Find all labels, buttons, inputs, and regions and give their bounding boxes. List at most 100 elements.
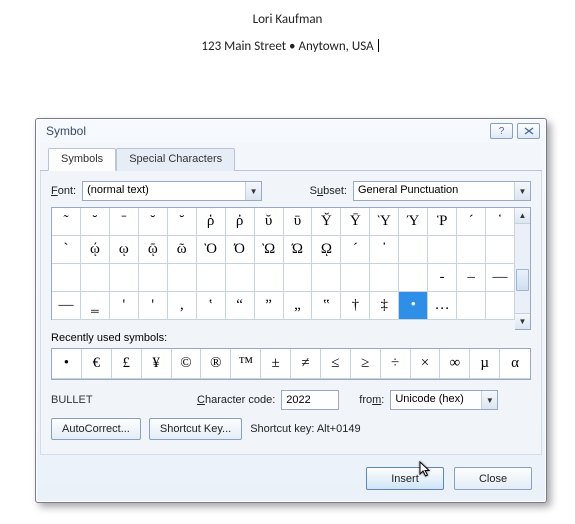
symbol-cell[interactable] — [284, 264, 313, 292]
symbol-cell[interactable] — [81, 264, 110, 292]
recent-symbol-cell[interactable]: α — [500, 349, 530, 379]
symbol-cell[interactable] — [457, 292, 486, 320]
symbol-cell[interactable]: ‟ — [312, 292, 341, 320]
symbol-grid[interactable]: ˜˘ˉ˘˘ῥῤῠῡῨῩῪΎῬ´῾`ῴῳῷῶῸΌῺΏῼ´᾽ ‐–—―‗''‚‛… — [51, 207, 515, 320]
symbol-cell[interactable]: ῷ — [139, 236, 168, 264]
symbol-cell[interactable]: ˜ — [52, 208, 81, 236]
symbol-cell[interactable] — [226, 264, 255, 292]
symbol-cell[interactable] — [399, 236, 428, 264]
recent-symbol-cell[interactable]: ≤ — [321, 349, 351, 379]
symbol-cell[interactable]: ' — [139, 292, 168, 320]
grid-scrollbar[interactable]: ▲ ▼ — [515, 207, 531, 330]
tab-symbols[interactable]: Symbols — [48, 148, 116, 171]
recent-symbol-cell[interactable]: ® — [201, 349, 231, 379]
recent-symbol-cell[interactable]: © — [172, 349, 202, 379]
close-x-button[interactable] — [517, 123, 540, 139]
recent-symbol-cell[interactable]: ≥ — [351, 349, 381, 379]
symbol-cell[interactable]: ˘ — [81, 208, 110, 236]
symbol-cell[interactable]: ῳ — [110, 236, 139, 264]
symbol-cell[interactable]: Ό — [226, 236, 255, 264]
symbol-cell[interactable]: ῼ — [312, 236, 341, 264]
chevron-down-icon[interactable]: ▼ — [245, 182, 261, 200]
font-combo[interactable]: (normal text) ▼ — [82, 181, 262, 201]
symbol-cell[interactable]: ῾ — [486, 208, 515, 236]
symbol-cell[interactable] — [486, 236, 515, 264]
symbol-cell[interactable]: ῤ — [226, 208, 255, 236]
symbol-cell[interactable]: ‡ — [370, 292, 399, 320]
symbol-cell[interactable]: • — [399, 292, 428, 320]
recent-grid[interactable]: •€£¥©®™±≠≤≥÷×∞µα — [51, 348, 531, 380]
symbol-cell[interactable]: ´ — [341, 236, 370, 264]
symbol-cell[interactable]: “ — [226, 292, 255, 320]
symbol-cell[interactable] — [486, 292, 515, 320]
recent-symbol-cell[interactable]: × — [411, 349, 441, 379]
symbol-cell[interactable] — [110, 264, 139, 292]
symbol-cell[interactable]: ´ — [457, 208, 486, 236]
close-button[interactable]: Close — [454, 467, 532, 490]
symbol-cell[interactable]: … — [428, 292, 457, 320]
tab-special-characters[interactable]: Special Characters — [116, 148, 235, 171]
recent-symbol-cell[interactable]: £ — [112, 349, 142, 379]
symbol-cell[interactable]: Ὼ — [255, 236, 284, 264]
from-combo[interactable]: Unicode (hex) ▼ — [390, 390, 498, 410]
recent-symbol-cell[interactable]: µ — [470, 349, 500, 379]
symbol-cell[interactable] — [370, 264, 399, 292]
symbol-cell[interactable] — [341, 264, 370, 292]
chevron-down-icon[interactable]: ▼ — [514, 182, 530, 200]
recent-symbol-cell[interactable]: ± — [261, 349, 291, 379]
symbol-cell[interactable]: ” — [255, 292, 284, 320]
symbol-cell[interactable]: — — [486, 264, 515, 292]
symbol-cell[interactable]: Ὺ — [370, 208, 399, 236]
insert-button[interactable]: Insert — [366, 467, 444, 490]
symbol-cell[interactable]: „ — [284, 292, 313, 320]
recent-symbol-cell[interactable]: ∞ — [440, 349, 470, 379]
symbol-cell[interactable]: ῥ — [197, 208, 226, 236]
symbol-cell[interactable]: ' — [110, 292, 139, 320]
symbol-cell[interactable]: ῠ — [255, 208, 284, 236]
symbol-cell[interactable]: Ῠ — [312, 208, 341, 236]
symbol-cell[interactable]: ‚ — [168, 292, 197, 320]
symbol-cell[interactable]: ᾽ — [370, 236, 399, 264]
scroll-track[interactable] — [515, 224, 530, 313]
symbol-cell[interactable]: ˘ — [168, 208, 197, 236]
symbol-cell[interactable] — [428, 236, 457, 264]
recent-symbol-cell[interactable]: • — [52, 349, 82, 379]
symbol-cell[interactable]: Ώ — [284, 236, 313, 264]
dialog-titlebar[interactable]: Symbol ? — [36, 119, 546, 143]
symbol-cell[interactable]: Ῥ — [428, 208, 457, 236]
symbol-cell[interactable] — [312, 264, 341, 292]
autocorrect-button[interactable]: AutoCorrect... — [51, 418, 141, 440]
symbol-cell[interactable] — [255, 264, 284, 292]
chevron-down-icon[interactable]: ▼ — [481, 391, 497, 409]
symbol-cell[interactable] — [168, 264, 197, 292]
character-code-input[interactable] — [281, 390, 339, 410]
symbol-cell[interactable]: ‗ — [81, 292, 110, 320]
scroll-down-button[interactable]: ▼ — [515, 313, 530, 329]
recent-symbol-cell[interactable]: € — [82, 349, 112, 379]
symbol-cell[interactable]: Ὸ — [197, 236, 226, 264]
symbol-cell[interactable]: ‛ — [197, 292, 226, 320]
help-button[interactable]: ? — [490, 123, 513, 139]
symbol-cell[interactable]: – — [457, 264, 486, 292]
subset-combo[interactable]: General Punctuation ▼ — [353, 181, 531, 201]
symbol-cell[interactable]: ῴ — [81, 236, 110, 264]
symbol-cell[interactable]: Ύ — [399, 208, 428, 236]
symbol-cell[interactable] — [457, 236, 486, 264]
symbol-cell[interactable]: ― — [52, 292, 81, 320]
scroll-thumb[interactable] — [516, 269, 529, 291]
symbol-cell[interactable] — [399, 264, 428, 292]
scroll-up-button[interactable]: ▲ — [515, 208, 530, 224]
shortcut-key-button[interactable]: Shortcut Key... — [149, 418, 242, 440]
recent-symbol-cell[interactable]: ™ — [231, 349, 261, 379]
symbol-cell[interactable]: ˉ — [110, 208, 139, 236]
symbol-cell[interactable] — [139, 264, 168, 292]
recent-symbol-cell[interactable]: ≠ — [291, 349, 321, 379]
symbol-cell[interactable] — [197, 264, 226, 292]
symbol-cell[interactable]: ῶ — [168, 236, 197, 264]
recent-symbol-cell[interactable]: ¥ — [142, 349, 172, 379]
symbol-cell[interactable]: ` — [52, 236, 81, 264]
recent-symbol-cell[interactable]: ÷ — [381, 349, 411, 379]
symbol-cell[interactable]: ῡ — [284, 208, 313, 236]
symbol-cell[interactable]: ‐ — [428, 264, 457, 292]
symbol-cell[interactable]: † — [341, 292, 370, 320]
